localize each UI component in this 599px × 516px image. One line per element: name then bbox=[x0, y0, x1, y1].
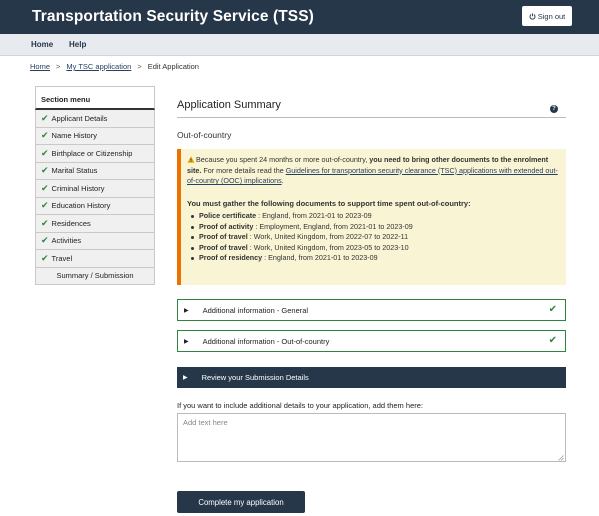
sidebar-item-label: Summary / Submission bbox=[56, 271, 134, 281]
list-item: Proof of travel : Work, United Kingdom, … bbox=[191, 242, 558, 254]
sidebar-item-education-history[interactable]: ✔ Education History bbox=[35, 197, 155, 215]
checkmark-icon: ✔ bbox=[41, 165, 49, 176]
sidebar-item-summary-submission[interactable]: Summary / Submission bbox=[35, 267, 155, 285]
help-icon[interactable]: ? bbox=[550, 105, 558, 113]
list-item: Police certificate : England, from 2021-… bbox=[191, 211, 558, 222]
page-title: Application Summary bbox=[177, 99, 281, 111]
document-detail: : Employment, England, from 2021-01 to 2… bbox=[253, 221, 413, 231]
checkmark-icon: ✔ bbox=[548, 335, 557, 346]
accordion-additional-out-of-country[interactable]: ▶ Additional information - Out-of-country… bbox=[177, 330, 566, 352]
sidebar-item-criminal-history[interactable]: ✔ Criminal History bbox=[35, 180, 155, 198]
sidebar-item-name-history[interactable]: ✔ Name History bbox=[35, 127, 155, 145]
document-type: Proof of travel bbox=[199, 232, 248, 241]
checkmark-icon: ✔ bbox=[548, 304, 557, 315]
breadcrumb-separator: > bbox=[137, 62, 142, 71]
document-type: Proof of travel bbox=[199, 242, 248, 252]
document-detail: : England, from 2021-01 to 2023-09 bbox=[256, 211, 372, 220]
document-type: Proof of residency bbox=[199, 253, 263, 262]
sidebar-item-birthplace[interactable]: ✔ Birthplace or Citizenship bbox=[35, 145, 155, 163]
accordion-additional-general[interactable]: ▶ Additional information - General ✔ bbox=[177, 299, 566, 321]
sidebar-item-label: Travel bbox=[51, 253, 73, 263]
accordion-label: Additional information - General bbox=[202, 305, 309, 315]
sidebar-item-travel[interactable]: ✔ Travel bbox=[35, 250, 155, 268]
document-detail: : Work, United Kingdom, from 2022-07 to … bbox=[247, 232, 409, 241]
title-divider bbox=[177, 117, 566, 118]
out-of-country-heading: Out-of-country bbox=[177, 130, 232, 140]
sign-out-button[interactable]: Sign out bbox=[522, 6, 572, 26]
warning-icon bbox=[187, 156, 195, 163]
additional-details-textarea[interactable] bbox=[177, 413, 566, 462]
list-item: Proof of travel : Work, United Kingdom, … bbox=[191, 232, 558, 243]
warning-more: For more details read the bbox=[201, 165, 286, 175]
nav-help[interactable]: Help bbox=[69, 40, 86, 49]
checkmark-icon: ✔ bbox=[41, 130, 49, 141]
sidebar-item-label: Applicant Details bbox=[51, 113, 108, 123]
section-menu-title: Section menu bbox=[35, 86, 155, 110]
document-detail: : Work, United Kingdom, from 2023-05 to … bbox=[247, 242, 409, 252]
sidebar-item-label: Activities bbox=[51, 236, 82, 246]
checkmark-icon: ✔ bbox=[41, 235, 49, 246]
document-detail: : England, from 2021-01 to 2023-09 bbox=[262, 253, 378, 262]
expand-arrow-icon: ▶ bbox=[184, 338, 189, 345]
out-of-country-warning: Because you spent 24 months or more out-… bbox=[177, 149, 566, 285]
required-documents-list: Police certificate : England, from 2021-… bbox=[187, 211, 558, 264]
sidebar-item-label: Residences bbox=[51, 218, 91, 228]
gather-documents-heading: You must gather the following documents … bbox=[187, 198, 471, 208]
document-type: Proof of activity bbox=[199, 221, 254, 231]
accordion-label: Additional information - Out-of-country bbox=[202, 336, 330, 346]
complete-application-button[interactable]: Complete my application bbox=[177, 491, 305, 513]
sign-out-label: Sign out bbox=[537, 11, 566, 21]
sidebar-item-applicant-details[interactable]: ✔ Applicant Details bbox=[35, 110, 155, 128]
sidebar-item-label: Birthplace or Citizenship bbox=[51, 148, 133, 158]
breadcrumb-current: Edit Application bbox=[147, 62, 199, 71]
checkmark-icon: ✔ bbox=[41, 147, 49, 158]
breadcrumb-separator: > bbox=[56, 62, 61, 71]
expand-arrow-icon: ▶ bbox=[183, 375, 188, 381]
checkmark-icon: ✔ bbox=[41, 182, 49, 193]
power-icon bbox=[529, 12, 536, 20]
section-menu: Section menu ✔ Applicant Details ✔ Name Hi… bbox=[35, 86, 155, 285]
breadcrumb-my-application[interactable]: My TSC application bbox=[66, 62, 131, 71]
checkmark-icon: ✔ bbox=[41, 112, 49, 123]
breadcrumb-home[interactable]: Home bbox=[30, 62, 50, 71]
checkmark-icon: ✔ bbox=[41, 200, 49, 211]
additional-details-label: If you want to include additional detail… bbox=[177, 401, 423, 410]
warning-message: Because you spent 24 months or more out-… bbox=[187, 155, 558, 187]
sidebar-item-label: Education History bbox=[51, 201, 111, 211]
expand-arrow-icon: ▶ bbox=[184, 307, 189, 314]
sidebar-item-label: Marital Status bbox=[51, 166, 98, 176]
review-label: Review your Submission Details bbox=[201, 373, 309, 382]
review-submission-accordion[interactable]: ▶ Review your Submission Details bbox=[177, 367, 566, 388]
warning-end: . bbox=[281, 176, 284, 185]
sidebar-item-activities[interactable]: ✔ Activities bbox=[35, 232, 155, 250]
checkmark-icon: ✔ bbox=[41, 252, 49, 263]
sidebar-item-label: Name History bbox=[51, 131, 97, 141]
nav-home[interactable]: Home bbox=[31, 40, 53, 49]
sidebar-item-marital-status[interactable]: ✔ Marital Status bbox=[35, 162, 155, 180]
main-nav: Home Help bbox=[0, 34, 599, 56]
checkmark-icon: ✔ bbox=[41, 217, 49, 228]
sidebar-item-label: Criminal History bbox=[51, 183, 105, 193]
app-title: Transportation Security Service (TSS) bbox=[32, 8, 314, 25]
sidebar-item-residences[interactable]: ✔ Residences bbox=[35, 215, 155, 233]
list-item: Proof of residency : England, from 2021-… bbox=[191, 253, 558, 264]
list-item: Proof of activity : Employment, England,… bbox=[191, 221, 558, 233]
app-header: Transportation Security Service (TSS) Si… bbox=[0, 0, 599, 34]
breadcrumb: Home > My TSC application > Edit Application bbox=[30, 62, 199, 71]
resize-handle-icon[interactable] bbox=[558, 455, 564, 461]
warning-intro: Because you spent 24 months or more out-… bbox=[196, 155, 370, 164]
document-type: Police certificate bbox=[199, 211, 257, 220]
